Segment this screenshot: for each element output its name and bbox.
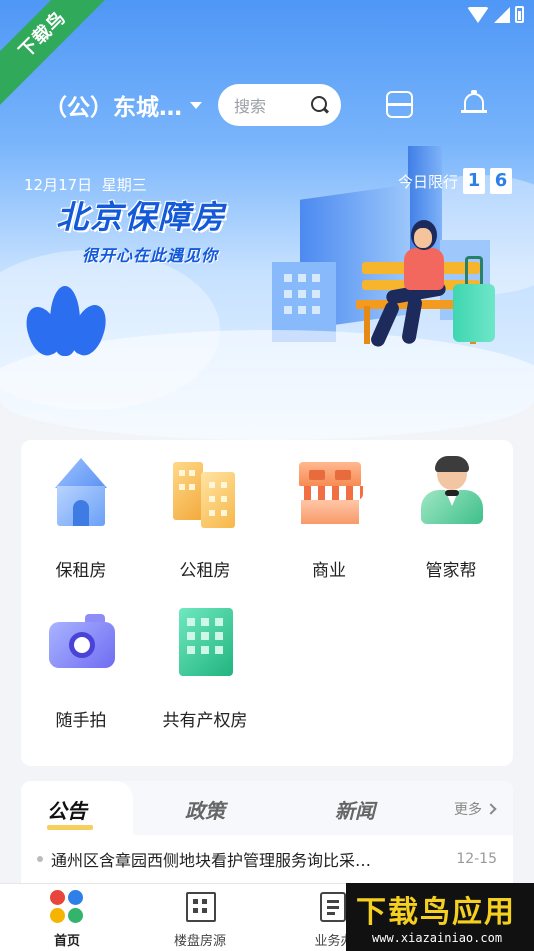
watermark-brand: 下载鸟应用 (356, 895, 516, 930)
district-label: （公）东城… (44, 95, 182, 121)
suitcase-illustration (465, 256, 483, 286)
news-tabs: 公告 政策 新闻 更多 (21, 781, 513, 835)
service-label: 保租房 (55, 561, 107, 581)
house-icon (49, 458, 113, 528)
service-gongyouchanquanfang[interactable]: 共有产权房 (151, 590, 259, 740)
caret-down-icon (190, 101, 202, 109)
news-date: 12-15 (456, 851, 497, 867)
document-icon (320, 892, 346, 922)
buildings-icon (173, 458, 237, 528)
tab-announcement[interactable]: 公告 (47, 795, 87, 824)
service-label: 商业 (312, 561, 346, 581)
status-bar (467, 6, 524, 23)
district-selector[interactable]: （公）东城… (44, 88, 202, 122)
service-suishoupai[interactable]: 随手拍 (27, 590, 135, 740)
search-placeholder: 搜索 (234, 97, 267, 116)
nav-home[interactable]: 首页 (17, 884, 117, 951)
service-gongzufang[interactable]: 公租房 (151, 440, 259, 590)
butler-icon (419, 456, 483, 528)
services-card: 保租房 公租房 商业 管家帮 随手拍 共有产权房 (21, 440, 513, 766)
news-list-item[interactable]: 通州区含章园西侧地块看护管理服务询比采… 12-15 (37, 847, 497, 871)
hero-banner[interactable]: 12月17日 星期三 今日限行 1 6 北京保障房 很开心在此遇见你 (0, 0, 534, 440)
traffic-limit: 今日限行 1 6 (398, 168, 512, 194)
suitcase-illustration (453, 284, 495, 342)
tab-policy[interactable]: 政策 (185, 795, 225, 824)
bell-icon[interactable] (461, 90, 487, 116)
service-guanjiabang[interactable]: 管家帮 (397, 440, 505, 590)
tab-news[interactable]: 新闻 (335, 795, 375, 824)
more-link[interactable]: 更多 (454, 799, 497, 819)
signal-icon (494, 6, 510, 23)
nav-listings[interactable]: 楼盘房源 (150, 884, 250, 951)
shop-icon (297, 458, 363, 528)
wifi-icon (467, 6, 489, 23)
more-label: 更多 (454, 802, 482, 818)
service-baozufang[interactable]: 保租房 (27, 440, 135, 590)
service-label: 共有产权房 (162, 711, 248, 731)
nav-label: 首页 (53, 934, 80, 949)
plant-illustration (20, 280, 112, 360)
service-shangye[interactable]: 商业 (275, 440, 383, 590)
news-card: 公告 政策 新闻 更多 通州区含章园西侧地块看护管理服务询比采… 12-15 (21, 781, 513, 891)
nav-label: 楼盘房源 (173, 934, 226, 949)
camera-icon (49, 608, 115, 678)
service-label: 公租房 (179, 561, 231, 581)
green-building-icon (173, 608, 237, 678)
watermark-badge: 下载鸟应用 www.xiazainiao.com (346, 883, 534, 951)
person-illustration (404, 248, 444, 290)
limit-label: 今日限行 (397, 172, 458, 191)
building-icon (186, 892, 216, 922)
home-logo-icon (50, 890, 84, 924)
bullet-dot (37, 856, 43, 862)
scan-icon[interactable] (386, 91, 413, 118)
banner-title: 北京保障房 (56, 198, 227, 236)
chevron-right-icon (485, 803, 497, 815)
service-label: 随手拍 (55, 711, 107, 731)
limit-number: 6 (490, 168, 512, 194)
search-box[interactable]: 搜索 (218, 84, 341, 126)
active-tab-indicator (47, 825, 93, 830)
banner-subtitle: 很开心在此遇见你 (82, 246, 219, 265)
service-label: 管家帮 (425, 561, 477, 581)
watermark-url: www.xiazainiao.com (372, 931, 503, 945)
limit-number: 1 (463, 168, 485, 194)
top-bar: （公）东城… 搜索 (0, 82, 534, 130)
news-title: 通州区含章园西侧地块看护管理服务询比采… (51, 851, 372, 870)
battery-icon (515, 6, 524, 23)
search-icon (311, 96, 329, 114)
person-illustration (414, 228, 432, 248)
bench-leg (364, 306, 370, 344)
